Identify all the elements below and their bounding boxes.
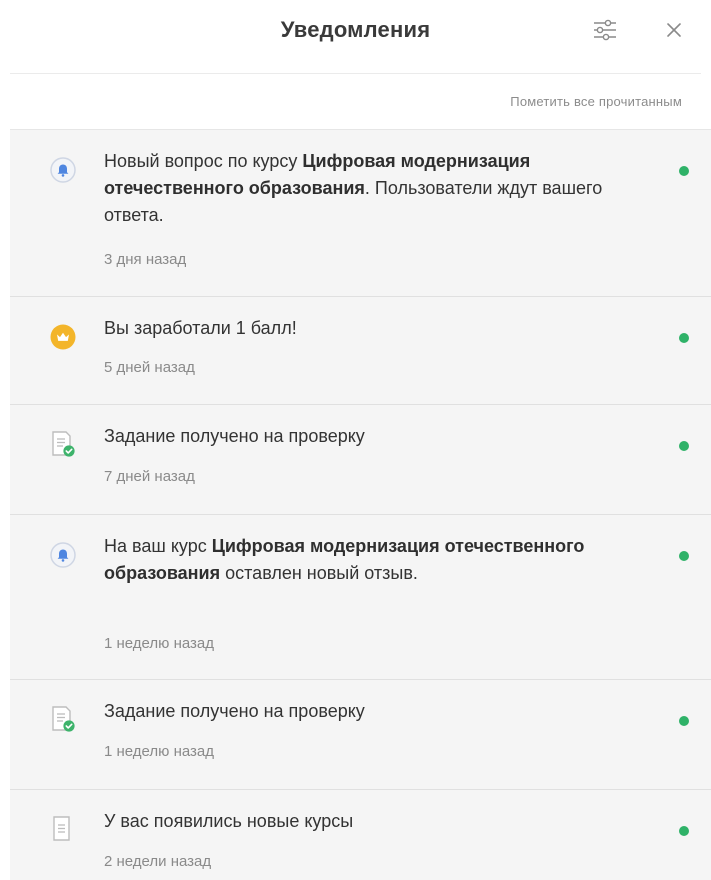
header-divider: [10, 73, 701, 74]
notification-time: 7 дней назад: [104, 468, 195, 485]
notification-text-part: Вы заработали 1 балл!: [104, 318, 297, 338]
notification-text: На ваш курс Цифровая модернизация отечес…: [104, 533, 634, 587]
unread-dot: [679, 333, 689, 343]
notification-text: У вас появились новые курсы: [104, 808, 634, 835]
crown-icon: [50, 324, 76, 350]
unread-dot: [679, 716, 689, 726]
notification-text: Новый вопрос по курсу Цифровая модерниза…: [104, 148, 634, 229]
panel-header: Уведомления: [0, 0, 711, 75]
notification-text-part: Задание получено на проверку: [104, 701, 365, 721]
notification-text-part: У вас появились новые курсы: [104, 811, 354, 831]
notification-text: Вы заработали 1 балл!: [104, 315, 634, 342]
notification-item[interactable]: У вас появились новые курсы 2 недели наза…: [10, 790, 711, 880]
bell-icon: [50, 542, 76, 568]
notification-time: 2 недели назад: [104, 853, 212, 870]
document-icon: [50, 815, 76, 841]
notification-time: 1 неделю назад: [104, 635, 215, 652]
notification-item[interactable]: Задание получено на проверку 7 дней назад: [10, 405, 711, 515]
unread-dot: [679, 826, 689, 836]
bell-icon: [50, 157, 76, 183]
notification-time: 1 неделю назад: [104, 743, 215, 760]
unread-dot: [679, 441, 689, 451]
notification-item[interactable]: Вы заработали 1 балл! 5 дней назад: [10, 297, 711, 405]
unread-dot: [679, 166, 689, 176]
document-check-icon: [50, 430, 76, 457]
notification-text-part: оставлен новый отзыв.: [220, 563, 418, 583]
notification-time: 5 дней назад: [104, 359, 195, 376]
mark-all-read-link[interactable]: Пометить все прочитанным: [510, 94, 682, 109]
notification-text: Задание получено на проверку: [104, 423, 634, 450]
notification-text-part: На ваш курс: [104, 536, 212, 556]
notification-text: Задание получено на проверку: [104, 698, 634, 725]
notification-item[interactable]: На ваш курс Цифровая модернизация отечес…: [10, 515, 711, 680]
close-button[interactable]: [662, 18, 686, 42]
filter-settings-button[interactable]: [592, 19, 618, 41]
notification-time: 3 дня назад: [104, 251, 187, 268]
sliders-icon: [594, 19, 616, 41]
notification-text-part: Задание получено на проверку: [104, 426, 365, 446]
unread-dot: [679, 551, 689, 561]
notifications-panel: Уведомления Пометить все прочитанным Нов…: [0, 0, 711, 880]
notification-item[interactable]: Новый вопрос по курсу Цифровая модерниза…: [10, 130, 711, 297]
close-icon: [667, 23, 681, 37]
notification-item[interactable]: Задание получено на проверку 1 неделю наз…: [10, 680, 711, 790]
document-check-icon: [50, 705, 76, 732]
notification-list: Новый вопрос по курсу Цифровая модерниза…: [10, 129, 711, 880]
notification-text-part: Новый вопрос по курсу: [104, 151, 303, 171]
